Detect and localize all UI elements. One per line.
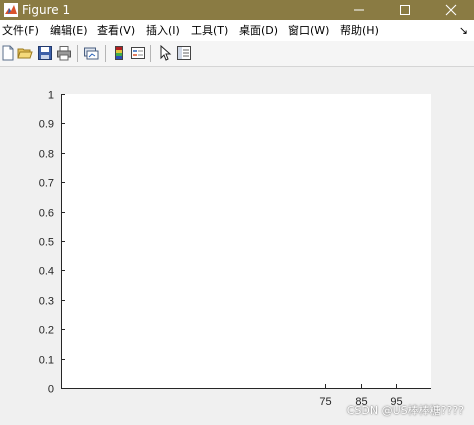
new-file-icon[interactable] (0, 45, 16, 61)
y-tick-label: 0.6 (39, 208, 54, 220)
toolbar (0, 41, 474, 67)
minimize-button[interactable] (336, 0, 382, 20)
toolbar-separator (77, 45, 78, 62)
figure-canvas[interactable]: 0 0.1 0.2 0.3 0.4 0.5 0.6 0.7 0.8 0.9 1 75 85 95 (0, 67, 474, 425)
folder-open-icon[interactable] (17, 45, 33, 61)
legend-icon[interactable] (130, 45, 146, 61)
pointer-icon[interactable] (157, 45, 173, 61)
y-tick-label: 0.8 (39, 149, 54, 161)
toolbar-separator (150, 45, 151, 62)
menu-tools[interactable]: 工具(T) (191, 24, 228, 37)
y-tick-label: 1 (48, 90, 54, 102)
menu-help[interactable]: 帮助(H) (340, 24, 379, 37)
y-tick-label: 0.3 (39, 296, 54, 308)
matlab-icon (4, 3, 18, 17)
toolbar-separator (105, 45, 106, 62)
menu-bar: 文件(F) 编辑(E) 查看(V) 插入(I) 工具(T) 桌面(D) 窗口(W… (0, 20, 474, 41)
link-plot-icon[interactable] (83, 45, 99, 61)
print-icon[interactable] (56, 45, 72, 61)
title-bar: Figure 1 (0, 0, 474, 20)
y-tick-label: 0.4 (39, 266, 54, 278)
minimize-icon (354, 9, 364, 11)
y-tick-label: 0.5 (39, 237, 54, 249)
chart-plot: 00.10.20.30.40.50.60.70.80.91 75 85 95 (39, 90, 431, 408)
menu-file[interactable]: 文件(F) (2, 24, 39, 37)
y-tick-label: 0.7 (39, 178, 54, 190)
window-title: Figure 1 (22, 3, 71, 17)
y-tick-label: 0 (48, 384, 54, 396)
x-tick-label: 75 (319, 396, 331, 408)
axes-background (61, 94, 431, 388)
watermark-text: CSDN @US棒棒糖???? (346, 404, 464, 417)
y-tick-label: 0.9 (39, 119, 54, 131)
menu-desktop[interactable]: 桌面(D) (239, 24, 278, 37)
menu-overflow-icon[interactable]: ↘ (459, 24, 468, 37)
menu-insert[interactable]: 插入(I) (146, 24, 180, 37)
close-button[interactable] (428, 0, 474, 20)
save-icon[interactable] (37, 45, 53, 61)
property-inspector-icon[interactable] (176, 45, 192, 61)
menu-edit[interactable]: 编辑(E) (50, 24, 88, 37)
colorbar-icon[interactable] (111, 45, 127, 61)
maximize-icon (400, 5, 410, 15)
close-icon (445, 4, 457, 16)
y-tick-label: 0.2 (39, 325, 54, 337)
menu-view[interactable]: 查看(V) (97, 24, 135, 37)
menu-window[interactable]: 窗口(W) (288, 24, 329, 37)
maximize-button[interactable] (382, 0, 428, 20)
y-tick-label: 0.1 (39, 355, 54, 367)
